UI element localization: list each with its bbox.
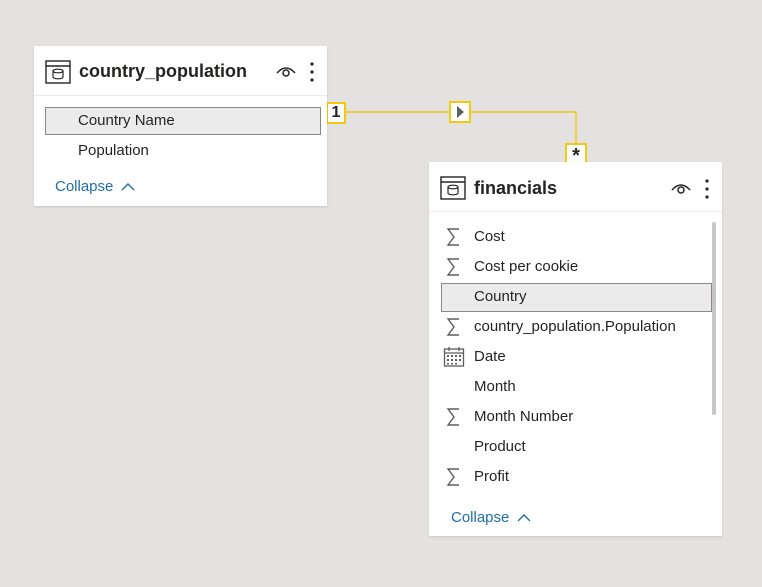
collapse-link[interactable]: Collapse xyxy=(451,509,532,526)
chevron-up-icon xyxy=(118,178,136,195)
field-label: country_population.Population xyxy=(474,318,676,335)
table-card-financials[interactable]: financials Cost Cost per cookie Country … xyxy=(429,162,722,536)
table-card-country-population[interactable]: country_population Country Name Populati… xyxy=(34,46,327,206)
sigma-icon xyxy=(444,463,464,491)
field-row-population[interactable]: Population xyxy=(45,137,321,165)
field-row-cost[interactable]: Cost xyxy=(440,223,711,251)
calendar-icon xyxy=(443,343,465,371)
field-row-date[interactable]: Date xyxy=(440,343,711,371)
sigma-icon xyxy=(444,313,464,341)
eye-icon[interactable] xyxy=(275,62,297,80)
more-vertical-icon[interactable] xyxy=(701,178,713,200)
table-icon xyxy=(45,59,71,85)
field-row-country-population-population[interactable]: country_population.Population xyxy=(440,313,711,341)
field-row-profit[interactable]: Profit xyxy=(440,463,711,491)
field-label: Country xyxy=(474,288,527,305)
field-label: Month Number xyxy=(474,408,574,425)
eye-icon[interactable] xyxy=(670,179,692,197)
sigma-icon xyxy=(444,223,464,251)
collapse-label: Collapse xyxy=(55,178,114,195)
more-vertical-icon[interactable] xyxy=(306,61,318,83)
arrow-right-icon xyxy=(457,106,464,118)
field-label: Product xyxy=(474,438,526,455)
field-row-country[interactable]: Country xyxy=(441,283,712,312)
filter-direction-marker[interactable] xyxy=(449,101,471,123)
table-title: financials xyxy=(474,178,558,198)
table-icon xyxy=(440,175,466,201)
field-label: Population xyxy=(78,142,149,159)
field-row-cost-per-cookie[interactable]: Cost per cookie xyxy=(440,253,711,281)
field-row-product[interactable]: Product xyxy=(440,433,711,461)
field-label: Date xyxy=(474,348,506,365)
table-card-header[interactable]: financials xyxy=(429,162,722,212)
table-title: country_population xyxy=(79,61,247,81)
chevron-up-icon xyxy=(514,509,532,526)
table-card-header[interactable]: country_population xyxy=(34,46,327,96)
field-label: Cost per cookie xyxy=(474,258,579,275)
collapse-link[interactable]: Collapse xyxy=(55,178,136,195)
field-list-scrollbar[interactable] xyxy=(712,222,716,415)
sigma-icon xyxy=(444,403,464,431)
field-label: Month xyxy=(474,378,516,395)
field-row-month-number[interactable]: Month Number xyxy=(440,403,711,431)
field-row-country-name[interactable]: Country Name xyxy=(45,107,321,135)
field-row-month[interactable]: Month xyxy=(440,373,711,401)
field-label: Country Name xyxy=(78,112,175,129)
sigma-icon xyxy=(444,253,464,281)
field-label: Cost xyxy=(474,228,505,245)
cardinality-one-marker[interactable]: 1 xyxy=(326,102,346,124)
field-label: Profit xyxy=(474,468,510,485)
collapse-label: Collapse xyxy=(451,509,510,526)
